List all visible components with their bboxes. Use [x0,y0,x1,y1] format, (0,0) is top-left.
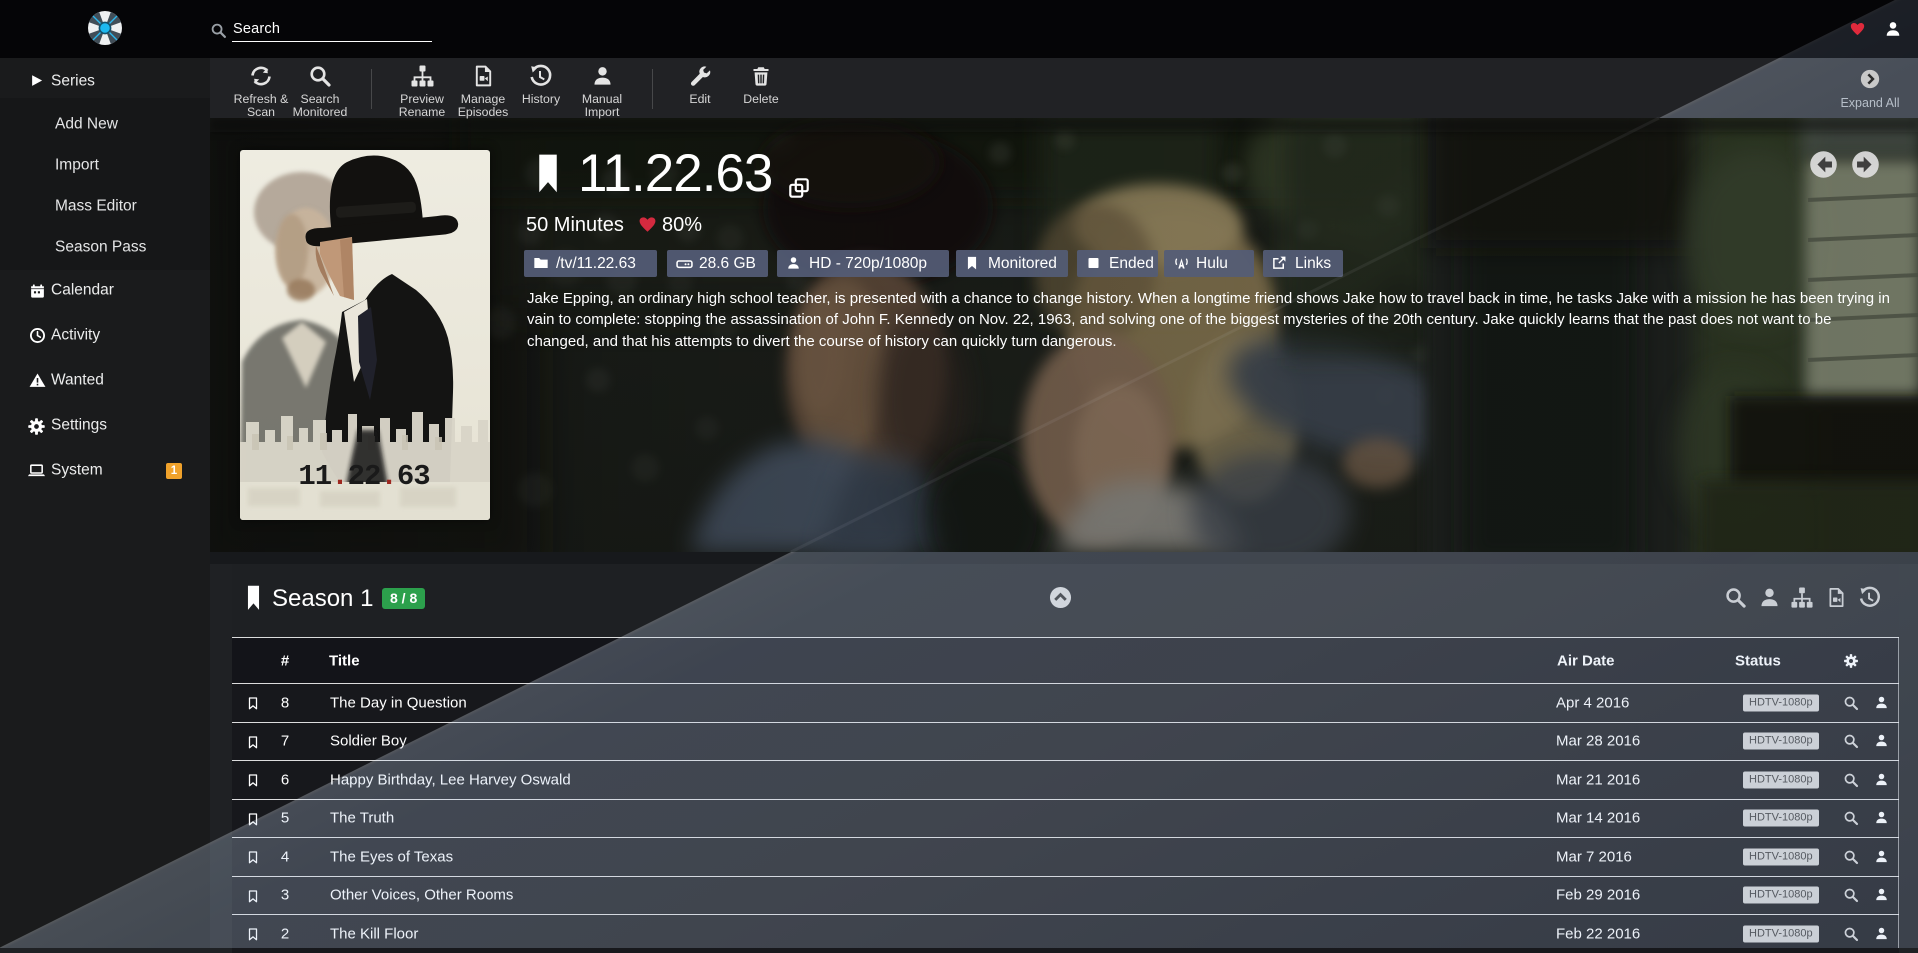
svg-text:11.22.63: 11.22.63 [298,460,429,493]
